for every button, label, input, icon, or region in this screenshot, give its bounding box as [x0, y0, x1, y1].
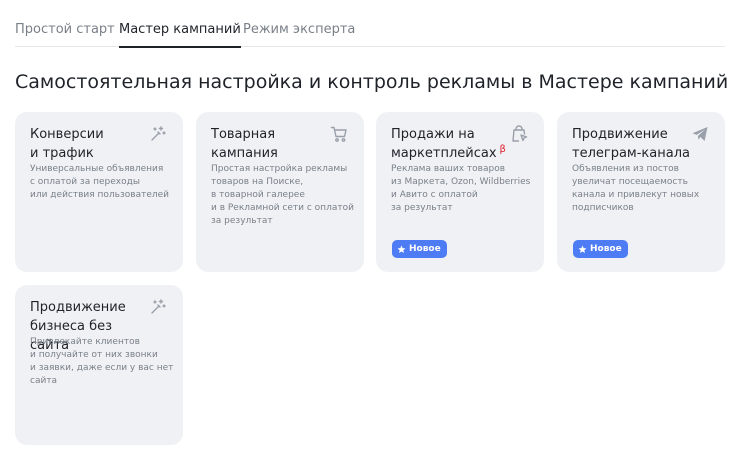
desc-line: подписчиков: [572, 203, 634, 213]
shopping-bag-cursor-icon: [510, 125, 528, 143]
desc-line: и получайте от них звонки: [30, 350, 158, 360]
card-business-without-website[interactable]: Продвижение бизнеса без сайта Привлекайт…: [15, 285, 183, 445]
desc-line: из Маркета, Ozon, Wildberries: [391, 177, 531, 187]
badge-label: Новое: [409, 244, 441, 254]
desc-line: Универсальные объявления: [30, 164, 164, 174]
card-title-line: маркетплейсах: [391, 146, 497, 161]
desc-line: сайта: [30, 376, 58, 386]
card-title-line: и трафик: [30, 146, 94, 161]
desc-line: товаров на Поиске,: [211, 177, 304, 187]
card-title-line: телеграм-канала: [572, 146, 690, 161]
card-description: Привлекайте клиентов и получайте от них …: [30, 336, 176, 388]
tab-bar: Простой старт Мастер кампаний Режим эксп…: [15, 0, 725, 48]
card-marketplace-sales[interactable]: Продажи на маркетплейсах β Реклама ваших …: [376, 112, 544, 272]
desc-line: Привлекайте клиентов: [30, 337, 140, 347]
desc-line: с оплатой за переходы: [30, 177, 140, 187]
desc-line: Объявления из постов: [572, 164, 679, 174]
beta-label: β: [499, 143, 506, 155]
page-title: Самостоятельная настройка и контроль рек…: [15, 71, 729, 93]
new-badge: Новое: [573, 240, 628, 258]
card-title: Конверсии и трафик: [30, 125, 150, 163]
desc-line: и заявки, даже если у вас нет: [30, 363, 174, 373]
card-title-line: Продвижение: [30, 300, 126, 315]
card-title-line: Конверсии: [30, 127, 104, 142]
card-title-line: кампания: [211, 146, 278, 161]
card-title-line: Товарная: [211, 127, 276, 142]
tab-campaign-wizard[interactable]: Мастер кампаний: [119, 22, 241, 48]
desc-line: Простая настройка рекламы: [211, 164, 348, 174]
card-title-line: Продвижение: [572, 127, 668, 142]
card-title: Товарная кампания: [211, 125, 331, 163]
star-icon: [397, 245, 406, 253]
tab-expert-mode[interactable]: Режим эксперта: [243, 22, 355, 37]
star-icon: [578, 245, 587, 253]
desc-line: и в Рекламной сети с оплатой: [211, 203, 354, 213]
card-telegram-promotion[interactable]: Продвижение телеграм-канала Объявления и…: [557, 112, 725, 272]
new-badge: Новое: [392, 240, 447, 258]
card-description: Реклама ваших товаров из Маркета, Ozon, …: [391, 163, 537, 215]
magic-wand-icon: [149, 125, 167, 143]
tab-simple-start[interactable]: Простой старт: [15, 22, 115, 37]
desc-line: за результат: [211, 216, 273, 226]
paper-plane-icon: [691, 125, 709, 143]
cart-icon: [330, 125, 348, 143]
desc-line: за результат: [391, 203, 453, 213]
card-product-campaign[interactable]: Товарная кампания Простая настройка рекл…: [196, 112, 364, 272]
desc-line: увеличат посещаемость: [572, 177, 688, 187]
card-description: Универсальные объявления с оплатой за пе…: [30, 163, 176, 202]
card-title: Продвижение телеграм-канала: [572, 125, 692, 163]
card-description: Простая настройка рекламы товаров на Пои…: [211, 163, 357, 228]
card-title: Продажи на маркетплейсах β: [391, 125, 511, 163]
desc-line: и Авито с оплатой: [391, 190, 478, 200]
desc-line: канала и привлекут новых: [572, 190, 700, 200]
desc-line: или действия пользователей: [30, 190, 170, 200]
card-conversions-traffic[interactable]: Конверсии и трафик Универсальные объявле…: [15, 112, 183, 272]
card-description: Объявления из постов увеличат посещаемос…: [572, 163, 718, 215]
badge-label: Новое: [590, 244, 622, 254]
desc-line: Реклама ваших товаров: [391, 164, 506, 174]
magic-wand-icon: [149, 298, 167, 316]
desc-line: в товарной галерее: [211, 190, 305, 200]
card-title-line: Продажи на: [391, 127, 475, 142]
